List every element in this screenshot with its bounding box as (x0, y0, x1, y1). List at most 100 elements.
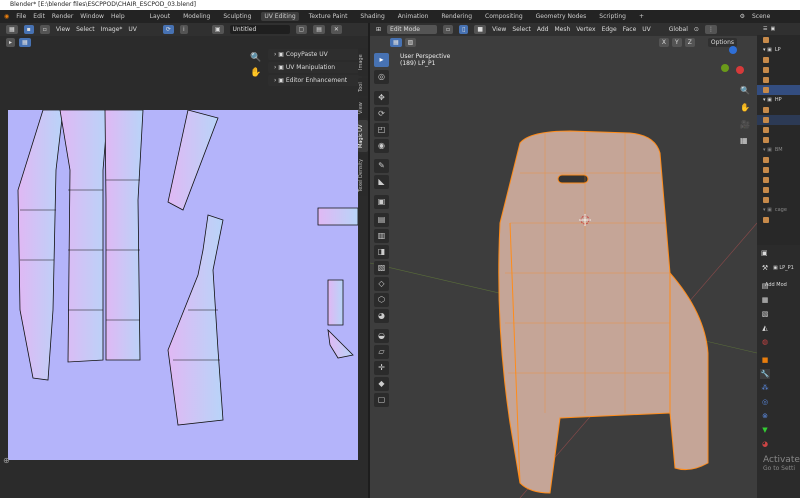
tool-poly-build[interactable]: ⬡ (374, 293, 389, 307)
scene-props-icon[interactable]: ◭ (760, 323, 770, 333)
tab-modeling[interactable]: Modeling (180, 12, 213, 21)
data-props-icon[interactable]: ▼ (760, 425, 770, 435)
outliner-collection-bm[interactable]: ▾ ▣ BM (757, 145, 800, 155)
menu-edit[interactable]: Edit (33, 13, 45, 20)
outliner-collection-lp[interactable]: ▾ ▣ LP (757, 45, 800, 55)
modifier-props-icon[interactable]: 🔧 (760, 369, 770, 379)
tab-uv-editing[interactable]: UV Editing (261, 12, 299, 21)
outliner-row[interactable] (757, 115, 800, 125)
tool-props-icon[interactable]: ⚒ (760, 263, 770, 273)
tool-transform[interactable]: ◉ (374, 139, 389, 153)
scene-icon[interactable]: ⚙ (740, 13, 745, 20)
tool-edge-slide[interactable]: ▱ (374, 345, 389, 359)
uv-menu-uv[interactable]: UV (128, 26, 137, 33)
menu-window[interactable]: Window (80, 13, 104, 20)
tool-bevel[interactable]: ◨ (374, 245, 389, 259)
outliner-row[interactable] (757, 135, 800, 145)
tool-measure[interactable]: ◣ (374, 175, 389, 189)
tab-sculpting[interactable]: Sculpting (220, 12, 254, 21)
unlink-image-icon[interactable]: ✕ (330, 25, 342, 34)
outliner-collection-cage[interactable]: ▾ ▣ cage (757, 205, 800, 215)
sidetab-tool[interactable]: Tool (358, 78, 368, 96)
outliner-row-selected[interactable] (757, 85, 800, 95)
object-props-icon[interactable]: ■ (760, 355, 770, 365)
tool-loop-cut[interactable]: ▧ (374, 261, 389, 275)
physics-icon[interactable]: ◎ (760, 397, 770, 407)
tool-scale[interactable]: ◰ (374, 123, 389, 137)
outliner-row[interactable] (757, 165, 800, 175)
panel-copypaste-uv[interactable]: › ▣ CopyPaste UV (268, 49, 362, 60)
outliner-row[interactable] (757, 55, 800, 65)
world-props-icon[interactable]: ◍ (760, 337, 770, 347)
tool-cursor[interactable]: ◎ (374, 70, 389, 84)
uv-canvas[interactable] (8, 109, 359, 460)
image-browse-icon[interactable]: ▣ (211, 25, 224, 34)
outliner-collection-hp[interactable]: ▾ ▣ HP (757, 95, 800, 105)
tool-move[interactable]: ✥ (374, 91, 389, 105)
material-props-icon[interactable]: ◕ (760, 439, 770, 449)
select-mode-vertex[interactable]: ▪ (23, 25, 34, 34)
outliner[interactable]: ☰ ▣ ▾ ▣ LP ▾ ▣ HP ▾ ▣ BM ▾ ▣ cage (757, 23, 800, 245)
tab-geometry-nodes[interactable]: Geometry Nodes (533, 12, 590, 21)
sidetab-magic-uv[interactable]: Magic UV (358, 120, 368, 152)
outliner-row[interactable] (757, 185, 800, 195)
blender-logo-icon[interactable]: ◉ (4, 13, 9, 20)
tab-shading[interactable]: Shading (357, 12, 387, 21)
pan-hand-icon[interactable]: ✋ (740, 103, 750, 112)
render-props-icon[interactable]: ▤ (760, 281, 770, 291)
snap-icon[interactable]: ⁞ (179, 25, 188, 34)
tool-add-cube[interactable]: ▣ (374, 195, 389, 209)
tool-inset[interactable]: ▥ (374, 229, 389, 243)
tool-rotate[interactable]: ⟳ (374, 107, 389, 121)
sidetab-view[interactable]: View (358, 98, 368, 118)
3d-viewport[interactable]: ⊞ Edit Mode ▫ ▯ ■ View Select Add Mesh V… (370, 23, 757, 498)
object-name-field[interactable]: ▣ LP_P1 (773, 265, 794, 271)
open-image-icon[interactable]: ▤ (313, 25, 325, 34)
zoom-icon[interactable]: 🔍 (250, 53, 261, 63)
perspective-grid-icon[interactable]: ▦ (740, 136, 748, 145)
outliner-row[interactable] (757, 65, 800, 75)
tab-rendering[interactable]: Rendering (438, 12, 475, 21)
tool-settings-icon[interactable]: ▸ (6, 38, 16, 47)
uv-menu-select[interactable]: Select (76, 26, 95, 33)
editor-type-icon[interactable]: ▣ (761, 249, 768, 257)
tab-compositing[interactable]: Compositing (482, 12, 526, 21)
zoom-icon[interactable]: 🔍 (740, 86, 750, 95)
display-mode-icon[interactable]: ▣ (770, 26, 775, 32)
tab-texture-paint[interactable]: Texture Paint (306, 12, 351, 21)
tool-smooth[interactable]: ◒ (374, 329, 389, 343)
outliner-row[interactable] (757, 175, 800, 185)
editor-type-icon[interactable]: ▦ (6, 25, 18, 34)
tool-spin[interactable]: ◕ (374, 309, 389, 323)
panel-editor-enhancement[interactable]: › ▣ Editor Enhancement (268, 75, 362, 86)
constraints-icon[interactable]: ⊗ (760, 411, 770, 421)
scene-selector[interactable]: Scene (752, 13, 800, 20)
properties-editor[interactable]: ▣ ▣ LP_P1 Add Mod ⚒ ▤ ▦ ▧ ◭ ◍ ■ 🔧 ⁂ ◎ ⊗ … (757, 245, 800, 498)
outliner-row[interactable] (757, 75, 800, 85)
output-props-icon[interactable]: ▦ (760, 295, 770, 305)
tool-select[interactable]: ▸ (374, 53, 389, 67)
tool-shear[interactable]: ◆ (374, 377, 389, 391)
panel-uv-manipulation[interactable]: › ▣ UV Manipulation (268, 62, 362, 73)
uv-menu-view[interactable]: View (56, 26, 70, 33)
outliner-row[interactable] (757, 155, 800, 165)
outliner-row-camera[interactable] (757, 35, 800, 45)
particles-icon[interactable]: ⁂ (760, 383, 770, 393)
select-box-icon[interactable]: ▦ (19, 38, 31, 47)
view-layer-icon[interactable]: ▧ (760, 309, 770, 319)
pan-hand-icon[interactable]: ✋ (250, 68, 261, 78)
menu-help[interactable]: Help (111, 13, 125, 20)
sidetab-image[interactable]: Image (358, 48, 368, 76)
tab-scripting[interactable]: Scripting (596, 12, 629, 21)
tool-rip[interactable]: ▢ (374, 393, 389, 407)
add-workspace-button[interactable]: + (636, 12, 647, 21)
tab-layout[interactable]: Layout (147, 12, 173, 21)
tool-knife[interactable]: ◇ (374, 277, 389, 291)
sidetab-texel-density[interactable]: Texel Density (358, 154, 368, 196)
outliner-row[interactable] (757, 195, 800, 205)
outliner-row[interactable] (757, 125, 800, 135)
tool-shrink[interactable]: ✛ (374, 361, 389, 375)
outliner-row[interactable] (757, 105, 800, 115)
menu-render[interactable]: Render (52, 13, 73, 20)
camera-icon[interactable]: 🎥 (740, 120, 750, 129)
